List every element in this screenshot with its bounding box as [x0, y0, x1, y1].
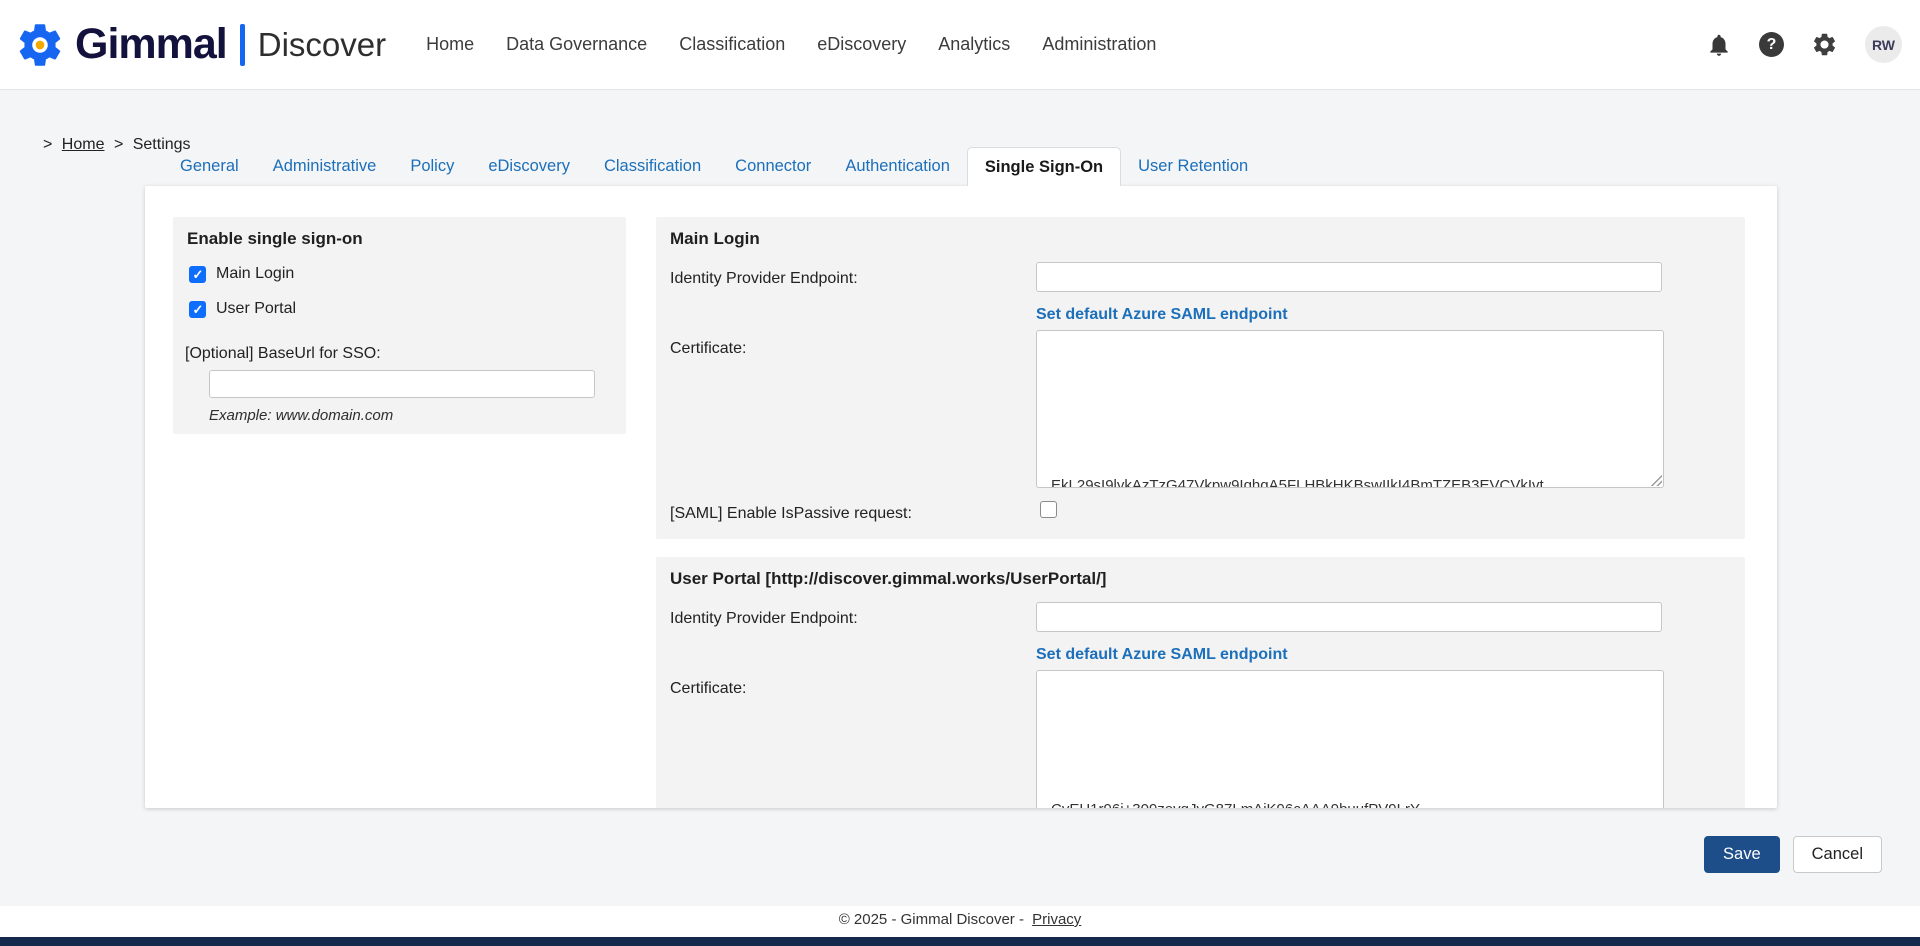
user-portal-checkbox[interactable]: [189, 301, 206, 318]
nav-item-data-governance[interactable]: Data Governance: [506, 34, 647, 55]
tab-connector[interactable]: Connector: [718, 147, 828, 186]
user-portal-certificate-text: CyEH1r96i+309zevqJyG87LmAiK96cAAA9buufPV…: [1051, 801, 1420, 808]
nav-item-ediscovery[interactable]: eDiscovery: [817, 34, 906, 55]
main-login-panel: Main Login Identity Provider Endpoint: S…: [656, 217, 1745, 539]
tab-user-retention[interactable]: User Retention: [1121, 147, 1265, 186]
user-portal-title: User Portal [http://discover.gimmal.work…: [670, 569, 1106, 589]
nav-item-classification[interactable]: Classification: [679, 34, 785, 55]
page-footer: © 2025 - Gimmal Discover - Privacy: [0, 906, 1920, 946]
enable-sso-panel: Enable single sign-on Main Login User Po…: [173, 217, 626, 434]
main-login-title: Main Login: [670, 229, 760, 249]
user-portal-azure-saml-link[interactable]: Set default Azure SAML endpoint: [1036, 646, 1288, 664]
baseurl-label: [Optional] BaseUrl for SSO:: [185, 345, 381, 363]
main-login-endpoint-label: Identity Provider Endpoint:: [670, 270, 858, 288]
user-portal-certificate-label: Certificate:: [670, 680, 746, 698]
tab-ediscovery[interactable]: eDiscovery: [471, 147, 587, 186]
tab-authentication[interactable]: Authentication: [828, 147, 967, 186]
brand-name: Gimmal: [75, 20, 227, 69]
settings-gear-icon[interactable]: [1811, 31, 1838, 58]
enable-sso-title: Enable single sign-on: [187, 229, 363, 249]
single-sign-on-settings-card: Enable single sign-on Main Login User Po…: [145, 186, 1777, 808]
main-login-endpoint-input[interactable]: [1036, 262, 1662, 292]
main-login-azure-saml-link[interactable]: Set default Azure SAML endpoint: [1036, 306, 1288, 324]
user-portal-checkbox-row: User Portal: [189, 300, 296, 318]
brand-product: Discover: [258, 26, 386, 64]
help-icon[interactable]: ?: [1759, 32, 1784, 57]
app-header: Gimmal Discover Home Data Governance Cla…: [0, 0, 1920, 90]
settings-tab-bar: General Administrative Policy eDiscovery…: [163, 147, 1265, 186]
form-actions: Save Cancel: [1704, 836, 1882, 873]
ispassive-label: [SAML] Enable IsPassive request:: [670, 505, 912, 523]
brand-gear-icon: [14, 19, 66, 71]
nav-item-analytics[interactable]: Analytics: [938, 34, 1010, 55]
user-avatar[interactable]: RW: [1865, 26, 1902, 63]
ispassive-checkbox[interactable]: [1040, 501, 1057, 518]
textarea-resize-handle[interactable]: [1649, 473, 1662, 486]
user-portal-checkbox-label: User Portal: [216, 300, 296, 318]
user-portal-panel: User Portal [http://discover.gimmal.work…: [656, 557, 1745, 808]
brand-logo[interactable]: Gimmal Discover: [14, 19, 386, 71]
tab-administrative[interactable]: Administrative: [256, 147, 394, 186]
tab-classification[interactable]: Classification: [587, 147, 718, 186]
main-login-certificate-text: EkL29sI9lykAzTzG47Vkpw9IqhqA5FLHBkHKBswI…: [1051, 477, 1544, 488]
breadcrumb-separator: >: [114, 136, 123, 153]
breadcrumb-prefix: >: [43, 136, 52, 153]
user-portal-certificate-textarea[interactable]: CyEH1r96i+309zevqJyG87LmAiK96cAAA9buufPV…: [1036, 670, 1664, 808]
notifications-bell-icon[interactable]: [1706, 32, 1732, 58]
breadcrumb-home-link[interactable]: Home: [62, 136, 105, 153]
cancel-button[interactable]: Cancel: [1793, 836, 1882, 873]
nav-item-administration[interactable]: Administration: [1042, 34, 1156, 55]
main-login-checkbox[interactable]: [189, 266, 206, 283]
user-portal-endpoint-label: Identity Provider Endpoint:: [670, 610, 858, 628]
main-login-certificate-textarea[interactable]: EkL29sI9lykAzTzG47Vkpw9IqhqA5FLHBkHKBswI…: [1036, 330, 1664, 488]
footer-copyright: © 2025 - Gimmal Discover - Privacy: [0, 906, 1920, 937]
tab-single-sign-on[interactable]: Single Sign-On: [967, 147, 1121, 186]
header-actions: ? RW: [1706, 26, 1902, 63]
footer-accent-bar: [0, 937, 1920, 946]
baseurl-input[interactable]: [209, 370, 595, 398]
main-login-certificate-label: Certificate:: [670, 340, 746, 358]
brand-separator: [240, 24, 245, 66]
tab-general[interactable]: General: [163, 147, 256, 186]
tab-policy[interactable]: Policy: [393, 147, 471, 186]
nav-item-home[interactable]: Home: [426, 34, 474, 55]
footer-copyright-text: © 2025 - Gimmal Discover -: [839, 911, 1024, 928]
privacy-link[interactable]: Privacy: [1032, 911, 1081, 928]
user-portal-endpoint-input[interactable]: [1036, 602, 1662, 632]
save-button[interactable]: Save: [1704, 836, 1780, 873]
baseurl-example-text: Example: www.domain.com: [209, 407, 393, 424]
main-nav: Home Data Governance Classification eDis…: [426, 34, 1156, 55]
main-login-checkbox-label: Main Login: [216, 265, 294, 283]
main-login-checkbox-row: Main Login: [189, 265, 294, 283]
